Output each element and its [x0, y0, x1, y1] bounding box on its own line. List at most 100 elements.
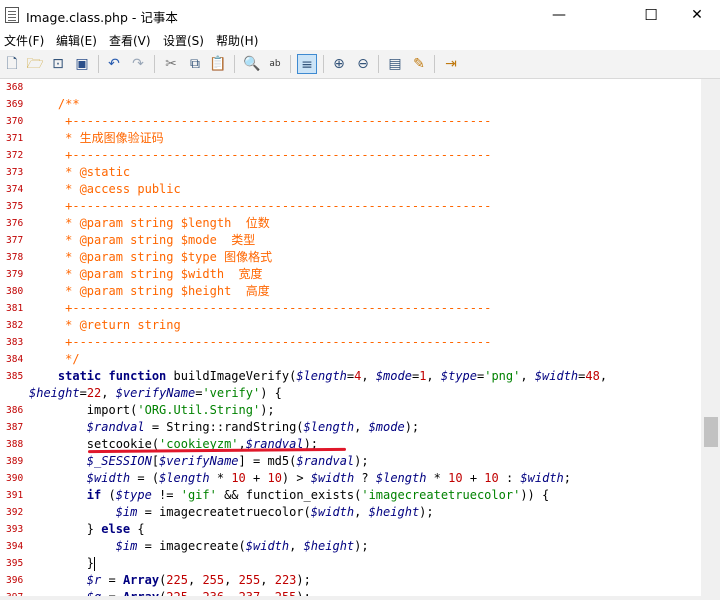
code-text: * @param string $width 宽度 [29, 266, 262, 283]
code-token: +---------------------------------------… [29, 114, 492, 128]
redo-icon[interactable]: ↷ [128, 54, 148, 74]
code-text: */ [29, 351, 79, 368]
code-token: $_SESSION [86, 454, 152, 468]
code-token: +---------------------------------------… [29, 335, 492, 349]
find-icon[interactable]: 🔍 [242, 54, 262, 74]
code-line[interactable]: 382 * @return string [0, 317, 701, 334]
code-line[interactable]: 374 * @access public [0, 181, 701, 198]
code-token: * @static [29, 165, 131, 179]
scrollbar-thumb[interactable] [704, 417, 718, 447]
code-token: 255 [238, 573, 261, 587]
code-line[interactable]: 375 +-----------------------------------… [0, 198, 701, 215]
menu-file[interactable]: 文件(F) [4, 32, 44, 49]
open-browse-icon[interactable]: ⊡ [48, 54, 68, 74]
code-token: , [260, 573, 275, 587]
code-line[interactable]: 389 $_SESSION[$verifyName] = md5($randva… [0, 453, 701, 470]
code-line[interactable]: 370 +-----------------------------------… [0, 113, 701, 130]
code-line[interactable]: 391 if ($type != 'gif' && function_exist… [0, 487, 701, 504]
code-token: 10 [484, 471, 499, 485]
vertical-scrollbar[interactable] [701, 79, 720, 600]
code-text: * @param string $mode 类型 [29, 232, 255, 249]
code-token: 'verify' [202, 386, 261, 400]
code-token: $verifyName [159, 454, 239, 468]
code-line[interactable]: 386 import('ORG.Util.String'); [0, 402, 701, 419]
code-line[interactable]: 387 $randval = String::randString($lengt… [0, 419, 701, 436]
toolbar-separator [323, 55, 324, 73]
code-line[interactable]: 369 /** [0, 96, 701, 113]
code-token: )) { [520, 488, 550, 502]
code-line[interactable]: 378 * @param string $type 图像格式 [0, 249, 701, 266]
code-line[interactable]: 393 } else { [0, 521, 701, 538]
exit-icon[interactable]: ⇥ [441, 54, 461, 74]
code-text: $im = imagecreate($width, $height); [29, 538, 369, 555]
save-icon[interactable]: ▣ [72, 54, 92, 74]
code-line[interactable]: 379 * @param string $width 宽度 [0, 266, 701, 283]
code-line[interactable]: 371 * 生成图像验证码 [0, 130, 701, 147]
maximize-button[interactable]: ☐ [628, 0, 674, 30]
code-token: 10 [267, 471, 282, 485]
code-line[interactable]: 392 $im = imagecreatetruecolor($width, $… [0, 504, 701, 521]
code-line[interactable]: 383 +-----------------------------------… [0, 334, 701, 351]
open-file-icon[interactable]: 🗁 [25, 54, 45, 74]
code-token: ) { [260, 386, 282, 400]
code-token: = [101, 573, 123, 587]
code-text: $randval = String::randString($length, $… [29, 419, 419, 436]
text-cursor [94, 556, 96, 571]
code-token: $randval [296, 454, 355, 468]
copy-icon[interactable]: ⧉ [185, 54, 205, 74]
undo-icon[interactable]: ↶ [104, 54, 124, 74]
text-editor[interactable]: 368 369 /** 370 +-------------------------… [0, 79, 701, 600]
code-line[interactable]: 380 * @param string $height 高度 [0, 283, 701, 300]
code-token: 10 [448, 471, 463, 485]
code-token: , [187, 573, 203, 587]
properties-icon[interactable]: ▤ [385, 54, 405, 74]
code-token: * [426, 471, 449, 485]
menu-help[interactable]: 帮助(H) [216, 32, 258, 49]
menu-edit[interactable]: 编辑(E) [56, 32, 97, 49]
cut-icon[interactable]: ✂ [161, 54, 181, 74]
code-line[interactable]: 395 } [0, 555, 701, 572]
code-token: $type [115, 488, 152, 502]
edit-icon[interactable]: ✎ [409, 54, 429, 74]
code-line[interactable]: $height=22, $verifyName='verify') { [0, 385, 701, 402]
code-token: * @param string $length 位数 [29, 216, 270, 230]
code-line[interactable]: 384 */ [0, 351, 701, 368]
zoom-out-icon[interactable]: ⊖ [353, 54, 373, 74]
code-line[interactable]: 373 * @static [0, 164, 701, 181]
toolbar-separator [234, 55, 235, 73]
code-text: +---------------------------------------… [29, 334, 491, 351]
code-line[interactable]: 376 * @param string $length 位数 [0, 215, 701, 232]
code-token: buildImageVerify( [173, 369, 297, 383]
minimize-button[interactable]: — [536, 0, 582, 30]
line-number: 387 [6, 422, 24, 433]
code-line[interactable]: 381 +-----------------------------------… [0, 300, 701, 317]
code-token: = imagecreatetruecolor( [137, 505, 311, 519]
code-line[interactable]: 396 $r = Array(225, 255, 255, 223); [0, 572, 701, 589]
replace-icon[interactable]: ab [265, 54, 285, 74]
zoom-in-icon[interactable]: ⊕ [329, 54, 349, 74]
code-token: } [29, 556, 95, 570]
code-line[interactable]: 390 $width = ($length * 10 + 10) > $widt… [0, 470, 701, 487]
new-file-icon[interactable]: 🗋 [2, 54, 22, 74]
code-line[interactable]: 368 [0, 79, 701, 96]
code-line[interactable]: 377 * @param string $mode 类型 [0, 232, 701, 249]
line-number: 392 [6, 507, 24, 518]
code-token: ); [296, 573, 311, 587]
word-wrap-icon[interactable]: ≡ [297, 54, 317, 74]
paste-icon[interactable]: 📋 [208, 54, 228, 74]
code-token: ); [260, 403, 275, 417]
code-line[interactable]: 394 $im = imagecreate($width, $height); [0, 538, 701, 555]
close-button[interactable]: ✕ [674, 0, 720, 30]
menu-settings[interactable]: 设置(S) [163, 32, 204, 49]
code-token: * @param string $mode 类型 [29, 233, 256, 247]
code-line[interactable]: 385 static function buildImageVerify($le… [0, 368, 701, 385]
code-text: * @access public [29, 181, 181, 198]
code-token: else [101, 522, 131, 536]
horizontal-scrollbar[interactable] [0, 596, 701, 600]
code-line[interactable]: 372 +-----------------------------------… [0, 147, 701, 164]
code-token: 'png' [484, 369, 521, 383]
line-number: 381 [6, 303, 24, 314]
menu-view[interactable]: 查看(V) [109, 32, 151, 49]
